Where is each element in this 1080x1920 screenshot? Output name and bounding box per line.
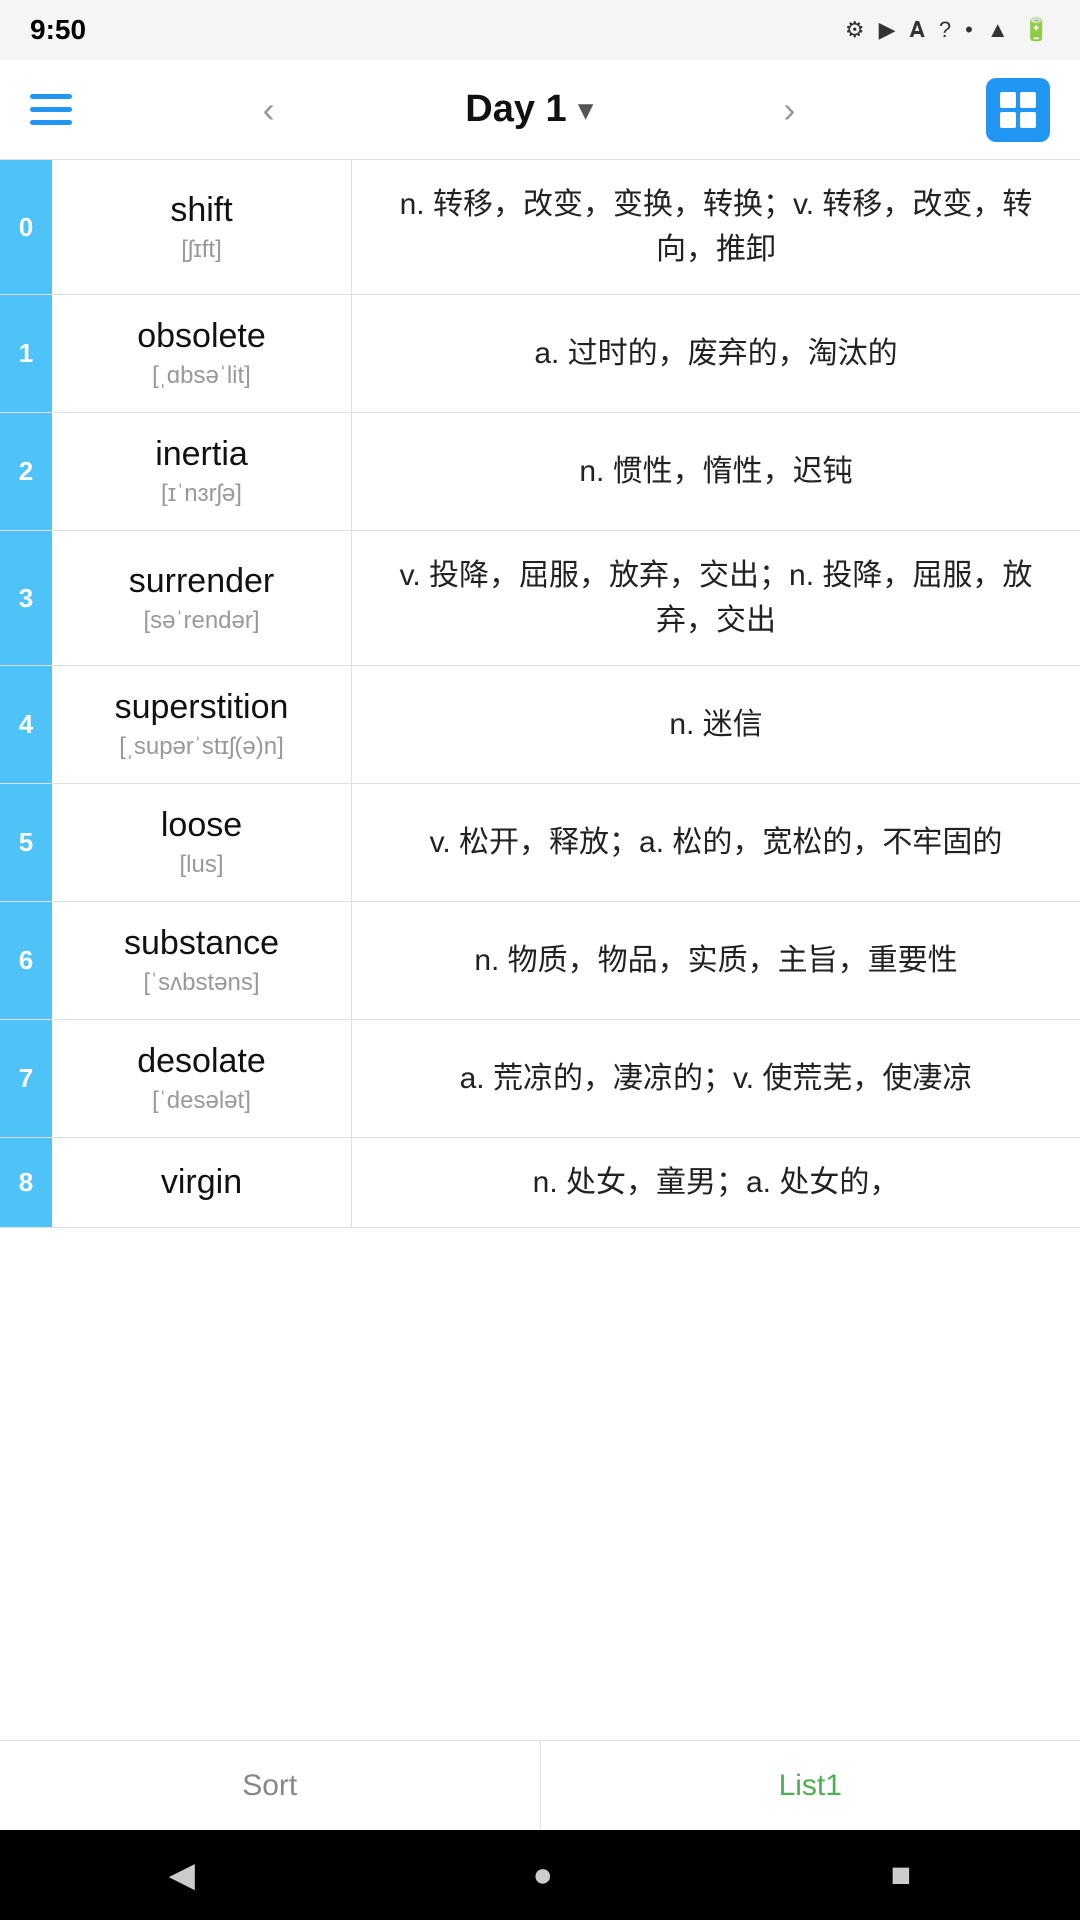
definition-text: v. 投降，屈服，放弃，交出；n. 投降，屈服，放弃，交出	[376, 553, 1056, 643]
sort-label: Sort	[242, 1769, 297, 1803]
nav-prev-area: ‹	[253, 84, 285, 136]
bottom-tab-bar: Sort List1	[0, 1740, 1080, 1830]
list1-tab[interactable]: List1	[541, 1741, 1080, 1830]
nav-bar: ‹ Day 1 ▾ ›	[0, 60, 1080, 160]
word-text: shift	[170, 191, 232, 230]
word-phonetic: [ˈsʌbstəns]	[143, 969, 259, 997]
row-number: 8	[0, 1138, 52, 1227]
word-cell: superstition [ˌsupərˈstɪʃ(ə)n]	[52, 666, 352, 783]
wifi-status-icon: ?	[939, 17, 951, 43]
word-cell: inertia [ɪˈnɜrʃə]	[52, 413, 352, 530]
word-phonetic: [ɪˈnɜrʃə]	[161, 480, 242, 508]
row-number: 1	[0, 295, 52, 412]
definition-text: n. 转移，改变，变换，转换；v. 转移，改变，转向，推卸	[376, 182, 1056, 272]
word-text: loose	[161, 806, 242, 845]
table-row[interactable]: 4 superstition [ˌsupərˈstɪʃ(ə)n] n. 迷信	[0, 666, 1080, 784]
definition-cell: n. 迷信	[352, 666, 1080, 783]
prev-button[interactable]: ‹	[253, 84, 285, 136]
definition-cell: a. 过时的，废弃的，淘汰的	[352, 295, 1080, 412]
word-phonetic: [səˈrendər]	[143, 607, 259, 635]
table-row[interactable]: 6 substance [ˈsʌbstəns] n. 物质，物品，实质，主旨，重…	[0, 902, 1080, 1020]
font-status-icon: 𝐀	[910, 17, 925, 43]
status-icons: ⚙ ▶ 𝐀 ? • ▲ 🔋	[845, 17, 1050, 43]
android-recent-button[interactable]: ■	[891, 1856, 912, 1895]
definition-cell: v. 投降，屈服，放弃，交出；n. 投降，屈服，放弃，交出	[352, 531, 1080, 665]
next-button[interactable]: ›	[773, 84, 805, 136]
grid-view-button[interactable]	[986, 78, 1050, 142]
word-phonetic: [lus]	[179, 851, 223, 879]
definition-text: n. 迷信	[669, 702, 762, 747]
word-phonetic: [ʃɪft]	[181, 236, 222, 264]
definition-cell: n. 转移，改变，变换，转换；v. 转移，改变，转向，推卸	[352, 160, 1080, 294]
list1-label: List1	[779, 1769, 842, 1803]
word-cell: virgin	[52, 1138, 352, 1227]
menu-button[interactable]	[30, 94, 72, 125]
word-text: surrender	[129, 562, 275, 601]
definition-text: a. 荒凉的，凄凉的；v. 使荒芜，使凄凉	[460, 1056, 973, 1101]
word-cell: loose [lus]	[52, 784, 352, 901]
word-cell: substance [ˈsʌbstəns]	[52, 902, 352, 1019]
table-row[interactable]: 7 desolate [ˈdesələt] a. 荒凉的，凄凉的；v. 使荒芜，…	[0, 1020, 1080, 1138]
definition-text: a. 过时的，废弃的，淘汰的	[534, 331, 897, 376]
definition-cell: v. 松开，释放；a. 松的，宽松的，不牢固的	[352, 784, 1080, 901]
table-row[interactable]: 8 virgin n. 处女，童男；a. 处女的，	[0, 1138, 1080, 1228]
word-text: substance	[124, 924, 279, 963]
chevron-down-icon[interactable]: ▾	[579, 93, 593, 126]
definition-cell: n. 惯性，惰性，迟钝	[352, 413, 1080, 530]
table-row[interactable]: 2 inertia [ɪˈnɜrʃə] n. 惯性，惰性，迟钝	[0, 413, 1080, 531]
word-cell: obsolete [ˌɑbsəˈlit]	[52, 295, 352, 412]
word-cell: desolate [ˈdesələt]	[52, 1020, 352, 1137]
definition-cell: a. 荒凉的，凄凉的；v. 使荒芜，使凄凉	[352, 1020, 1080, 1137]
word-cell: surrender [səˈrendər]	[52, 531, 352, 665]
word-phonetic: [ˌɑbsəˈlit]	[152, 362, 251, 390]
table-row[interactable]: 1 obsolete [ˌɑbsəˈlit] a. 过时的，废弃的，淘汰的	[0, 295, 1080, 413]
definition-cell: n. 物质，物品，实质，主旨，重要性	[352, 902, 1080, 1019]
android-back-button[interactable]: ◀	[169, 1855, 195, 1895]
table-row[interactable]: 3 surrender [səˈrendər] v. 投降，屈服，放弃，交出；n…	[0, 531, 1080, 666]
row-number: 6	[0, 902, 52, 1019]
definition-text: n. 物质，物品，实质，主旨，重要性	[474, 938, 957, 983]
signal-status-icon: ▲	[987, 17, 1009, 43]
row-number: 4	[0, 666, 52, 783]
row-number: 3	[0, 531, 52, 665]
play-status-icon: ▶	[879, 17, 896, 43]
word-text: inertia	[155, 435, 248, 474]
android-home-button[interactable]: ●	[533, 1856, 554, 1895]
definition-text: n. 处女，童男；a. 处女的，	[533, 1160, 900, 1205]
dot-status-icon: •	[965, 17, 973, 43]
word-text: desolate	[137, 1042, 266, 1081]
definition-text: n. 惯性，惰性，迟钝	[579, 449, 852, 494]
word-list: 0 shift [ʃɪft] n. 转移，改变，变换，转换；v. 转移，改变，转…	[0, 160, 1080, 1228]
definition-text: v. 松开，释放；a. 松的，宽松的，不牢固的	[430, 820, 1003, 865]
row-number: 0	[0, 160, 52, 294]
table-row[interactable]: 0 shift [ʃɪft] n. 转移，改变，变换，转换；v. 转移，改变，转…	[0, 160, 1080, 295]
definition-cell: n. 处女，童男；a. 处女的，	[352, 1138, 1080, 1227]
gear-status-icon: ⚙	[845, 17, 865, 43]
word-phonetic: [ˌsupərˈstɪʃ(ə)n]	[119, 733, 284, 761]
word-text: virgin	[161, 1163, 242, 1202]
status-bar: 9:50 ⚙ ▶ 𝐀 ? • ▲ 🔋	[0, 0, 1080, 60]
android-nav-bar: ◀ ● ■	[0, 1830, 1080, 1920]
word-text: obsolete	[137, 317, 266, 356]
table-row[interactable]: 5 loose [lus] v. 松开，释放；a. 松的，宽松的，不牢固的	[0, 784, 1080, 902]
sort-tab[interactable]: Sort	[0, 1741, 541, 1830]
battery-status-icon: 🔋	[1023, 17, 1050, 43]
nav-next-area: ›	[773, 84, 805, 136]
word-text: superstition	[115, 688, 289, 727]
row-number: 7	[0, 1020, 52, 1137]
row-number: 5	[0, 784, 52, 901]
status-time: 9:50	[30, 14, 86, 46]
row-number: 2	[0, 413, 52, 530]
nav-title-area: Day 1 ▾	[465, 88, 592, 131]
word-cell: shift [ʃɪft]	[52, 160, 352, 294]
word-phonetic: [ˈdesələt]	[152, 1087, 251, 1115]
day-title: Day 1	[465, 88, 566, 131]
